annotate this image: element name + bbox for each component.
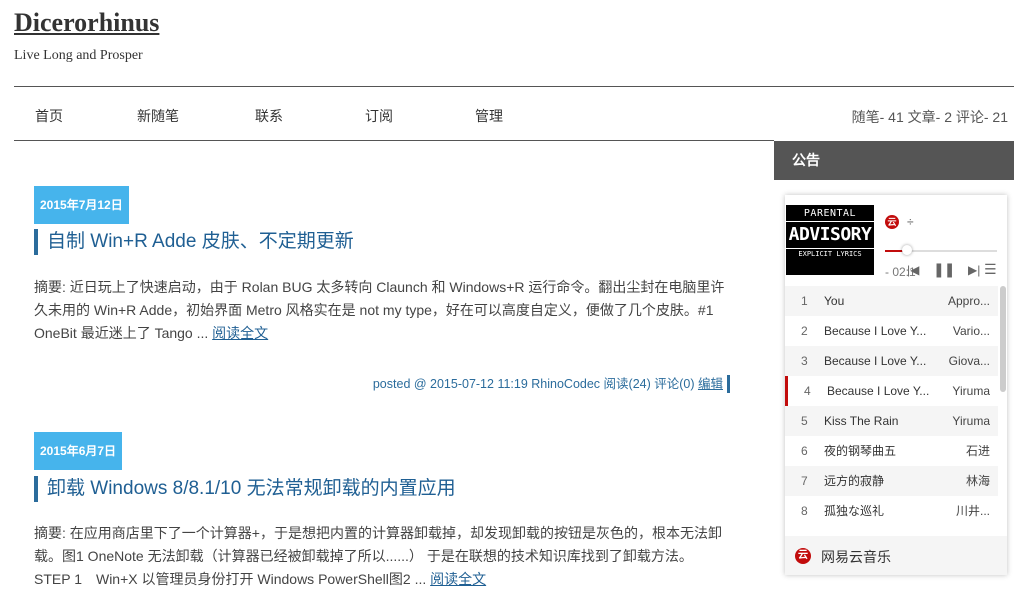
site-title[interactable]: Dicerorhinus (14, 8, 159, 38)
album-art-text-top: PARENTAL (786, 205, 874, 222)
track-number: 2 (801, 324, 808, 338)
nav-divider-top (14, 86, 1014, 87)
track-artist: Appro... (947, 294, 990, 308)
track-title: Because I Love Y... (827, 384, 930, 398)
progress-handle[interactable] (902, 245, 912, 255)
read-more-link[interactable]: 阅读全文 (212, 325, 268, 341)
nav-contact[interactable]: 联系 (255, 106, 283, 126)
music-player: PARENTAL ADVISORY EXPLICIT LYRICS 云 ÷ - … (785, 195, 1007, 575)
track-number: 1 (801, 294, 808, 308)
summary-text: 摘要: 近日玩上了快速启动，由于 Rolan BUG 太多转向 Claunch … (34, 279, 725, 341)
playlist-icon[interactable]: ☰ (984, 261, 997, 278)
track-artist: Yiruma (952, 414, 990, 428)
track-number: 7 (801, 474, 808, 488)
track-artist: Yiruma (952, 384, 990, 398)
track-artist: Giova... (948, 354, 990, 368)
track-artist: Vario... (952, 324, 990, 338)
track-title: Kiss The Rain (824, 414, 899, 428)
netease-music-icon: 云 (885, 215, 899, 229)
nav-subscribe[interactable]: 订阅 (365, 106, 393, 126)
nav-divider-bottom (14, 140, 774, 141)
post-summary: 摘要: 在应用商店里下了一个计算器+，于是想把内置的计算器卸载掉，却发现卸载的按… (34, 522, 728, 591)
playlist-track-active[interactable]: 4 Because I Love Y... Yiruma (785, 376, 998, 406)
track-number: 3 (801, 354, 808, 368)
post-meta-text: posted @ 2015-07-12 11:19 RhinoCodec 阅读(… (372, 377, 698, 391)
post-summary: 摘要: 近日玩上了快速启动，由于 Rolan BUG 太多转向 Claunch … (34, 276, 728, 345)
playlist: 1 You Appro... 2 Because I Love Y... Var… (785, 286, 998, 536)
track-title: Because I Love Y... (824, 324, 927, 338)
playlist-track[interactable]: 1 You Appro... (785, 286, 998, 316)
prev-track-icon[interactable]: |◀ (907, 263, 919, 277)
post-title[interactable]: 自制 Win+R Adde 皮肤、不定期更新 (34, 229, 354, 255)
track-title: You (824, 294, 845, 308)
track-artist: 林海 (965, 474, 990, 488)
read-more-link[interactable]: 阅读全文 (430, 571, 486, 587)
track-artist: 川井... (955, 504, 990, 518)
track-title: Because I Love Y... (824, 354, 927, 368)
track-title: 远方的寂静 (824, 474, 885, 488)
album-art-text-mid: ADVISORY (788, 224, 872, 245)
playlist-track[interactable]: 6 夜的钢琴曲五 石进 (785, 436, 998, 466)
pause-icon[interactable]: ❚❚ (933, 261, 955, 278)
post-date: 2015年7月12日 (34, 186, 129, 224)
edit-link[interactable]: 编辑 (698, 377, 723, 391)
nav-home[interactable]: 首页 (35, 106, 63, 126)
site-subtitle: Live Long and Prosper (14, 48, 143, 63)
now-playing-title: ÷ (907, 215, 914, 229)
track-number: 5 (801, 414, 808, 428)
playlist-track[interactable]: 5 Kiss The Rain Yiruma (785, 406, 998, 436)
blog-stats: 随笔- 41 文章- 2 评论- 21 (851, 109, 1008, 125)
track-artist: 石进 (965, 444, 990, 458)
track-number: 8 (801, 504, 808, 518)
nav-new-post[interactable]: 新随笔 (137, 106, 179, 126)
album-art-text-bottom: EXPLICIT LYRICS (786, 248, 874, 259)
playlist-scrollbar[interactable] (1000, 286, 1006, 392)
netease-music-icon: 云 (795, 548, 811, 564)
playlist-track[interactable]: 2 Because I Love Y... Vario... (785, 316, 998, 346)
netease-music-label: 网易云音乐 (821, 549, 891, 565)
player-footer[interactable]: 云 网易云音乐 (785, 536, 1007, 575)
summary-text: 摘要: 在应用商店里下了一个计算器+，于是想把内置的计算器卸载掉，却发现卸载的按… (34, 525, 722, 587)
playlist-track[interactable]: 8 孤独な巡礼 川井... (785, 496, 998, 526)
sidebar-announcement-header: 公告 (774, 141, 1014, 180)
track-title: 孤独な巡礼 (824, 504, 885, 518)
playlist-track[interactable]: 7 远方的寂静 林海 (785, 466, 998, 496)
album-art: PARENTAL ADVISORY EXPLICIT LYRICS (786, 205, 874, 275)
nav-admin[interactable]: 管理 (475, 106, 503, 126)
post-title[interactable]: 卸载 Windows 8/8.1/10 无法常规卸载的内置应用 (34, 476, 456, 502)
track-number: 4 (804, 384, 811, 398)
track-title: 夜的钢琴曲五 (824, 444, 897, 458)
track-number: 6 (801, 444, 808, 458)
playlist-track[interactable]: 3 Because I Love Y... Giova... (785, 346, 998, 376)
post-meta: posted @ 2015-07-12 11:19 RhinoCodec 阅读(… (373, 375, 730, 393)
post-date: 2015年6月7日 (34, 432, 123, 470)
next-track-icon[interactable]: ▶| (968, 263, 980, 277)
